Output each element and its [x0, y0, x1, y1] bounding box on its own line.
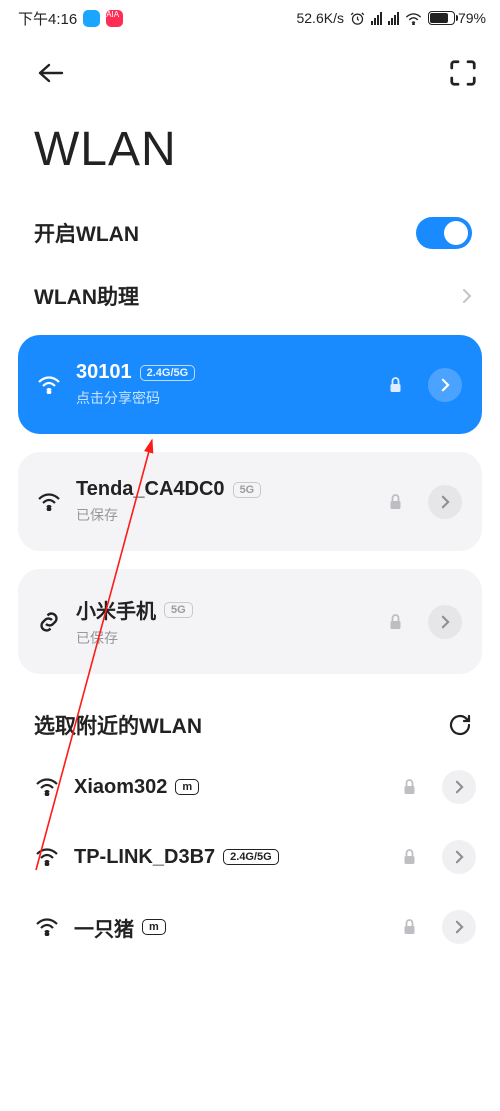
signal-sim2-icon — [388, 12, 399, 25]
network-details-button[interactable] — [428, 368, 462, 402]
network-details-button[interactable] — [442, 770, 476, 804]
lock-icon — [388, 613, 414, 631]
scan-qr-button[interactable] — [448, 58, 478, 88]
network-name: 小米手机 — [76, 595, 156, 624]
band-badge: 5G — [233, 482, 262, 498]
nearby-network-row[interactable]: 一只猪 m — [0, 892, 500, 962]
network-subtitle: 已保存 — [76, 505, 374, 525]
network-details-button[interactable] — [428, 605, 462, 639]
network-name: 30101 — [76, 361, 132, 384]
wifi-icon — [36, 376, 62, 394]
page-title: WLAN — [0, 96, 500, 201]
band-badge: m — [175, 779, 199, 795]
network-name: Tenda_CA4DC0 — [76, 478, 225, 501]
lock-icon — [388, 493, 414, 511]
chevron-right-icon — [462, 288, 472, 304]
band-badge: 2.4G/5G — [140, 365, 196, 381]
signal-sim1-icon — [371, 12, 382, 25]
battery-icon: 79% — [428, 10, 486, 26]
network-name: Xiaom302 — [74, 776, 167, 799]
wlan-toggle-label: 开启WLAN — [34, 218, 139, 248]
wlan-assistant-row[interactable]: WLAN助理 — [0, 265, 500, 327]
lock-icon — [402, 848, 428, 866]
network-name: 一只猪 — [74, 913, 134, 942]
network-name: TP-LINK_D3B7 — [74, 846, 215, 869]
network-card-connected[interactable]: 30101 2.4G/5G 点击分享密码 — [18, 335, 482, 434]
wifi-icon — [34, 848, 60, 866]
network-subtitle: 点击分享密码 — [76, 388, 374, 408]
nearby-section-title: 选取附近的WLAN — [34, 710, 202, 740]
band-badge: 5G — [164, 602, 193, 618]
link-icon — [36, 611, 62, 633]
refresh-button[interactable] — [448, 713, 472, 737]
wifi-icon — [34, 778, 60, 796]
lock-icon — [402, 918, 428, 936]
network-details-button[interactable] — [428, 485, 462, 519]
wifi-icon — [36, 493, 62, 511]
nearby-network-row[interactable]: Xiaom302 m — [0, 752, 500, 822]
running-app-icon-2: AIA — [106, 10, 123, 27]
network-speed: 52.6K/s — [296, 10, 343, 26]
network-card[interactable]: 小米手机 5G 已保存 — [18, 569, 482, 674]
network-details-button[interactable] — [442, 840, 476, 874]
lock-icon — [402, 778, 428, 796]
network-details-button[interactable] — [442, 910, 476, 944]
running-app-icon-1 — [83, 10, 100, 27]
nearby-network-row[interactable]: TP-LINK_D3B7 2.4G/5G — [0, 822, 500, 892]
network-card[interactable]: Tenda_CA4DC0 5G 已保存 — [18, 452, 482, 551]
back-button[interactable] — [36, 62, 66, 84]
nearby-networks-list: Xiaom302 m TP-LINK_D3B7 2.4G/5G 一只猪 — [0, 752, 500, 962]
wlan-toggle-switch[interactable] — [416, 217, 472, 249]
wifi-status-icon — [405, 12, 422, 25]
status-time: 下午4:16 — [18, 8, 77, 29]
wlan-assistant-label: WLAN助理 — [34, 281, 139, 311]
band-badge: m — [142, 919, 166, 935]
status-bar: 下午4:16 AIA 52.6K/s 79% — [0, 0, 500, 36]
wifi-icon — [34, 918, 60, 936]
band-badge: 2.4G/5G — [223, 849, 279, 865]
lock-icon — [388, 376, 414, 394]
saved-networks: 30101 2.4G/5G 点击分享密码 Tenda_CA4DC0 5G 已保存 — [0, 327, 500, 674]
wlan-toggle-row[interactable]: 开启WLAN — [0, 201, 500, 265]
alarm-icon — [350, 11, 365, 26]
network-subtitle: 已保存 — [76, 628, 374, 648]
